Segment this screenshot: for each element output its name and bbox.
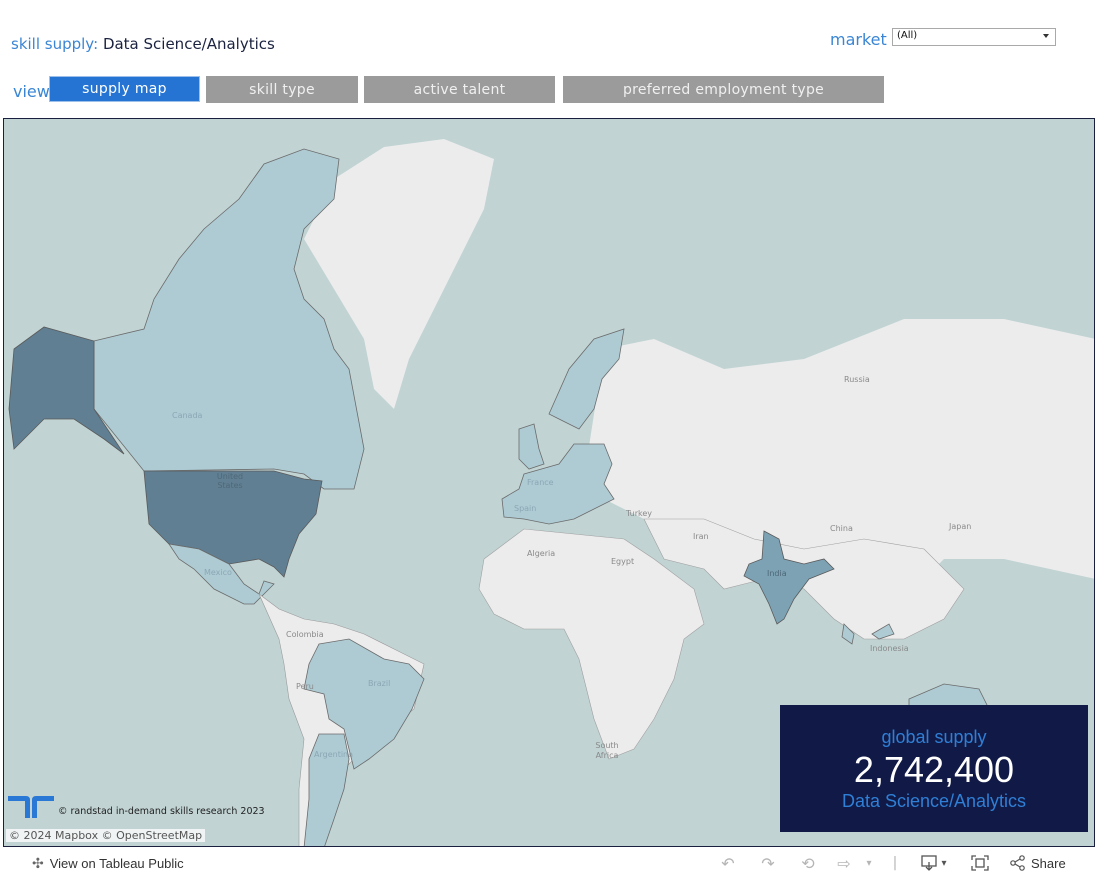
title-skill-name: Data Science/Analytics bbox=[102, 35, 275, 53]
tab-supply-map[interactable]: supply map bbox=[49, 76, 200, 102]
tab-preferred-employment-type[interactable]: preferred employment type bbox=[563, 76, 884, 103]
map-label-turkey: Turkey bbox=[626, 509, 653, 518]
refresh-dropdown-icon[interactable]: ▾ bbox=[862, 853, 876, 873]
africa-land bbox=[478, 528, 705, 760]
map-label-india: India bbox=[767, 569, 787, 578]
map-label-argentina: Argentina bbox=[314, 750, 354, 759]
download-icon[interactable]: ▾ bbox=[918, 853, 950, 873]
map-label-united-states: United States bbox=[216, 472, 244, 490]
market-filter-dropdown[interactable]: (All) bbox=[892, 28, 1056, 46]
kpi-value: 2,742,400 bbox=[853, 749, 1015, 790]
map-label-indonesia: Indonesia bbox=[870, 644, 909, 653]
map-label-algeria: Algeria bbox=[527, 549, 556, 558]
map-label-spain: Spain bbox=[514, 504, 537, 513]
kpi-title: global supply bbox=[881, 727, 987, 747]
map-attribution[interactable]: © 2024 Mapbox © OpenStreetMap bbox=[6, 829, 206, 842]
share-button[interactable]: Share bbox=[1010, 853, 1066, 873]
map-label-iran: Iran bbox=[693, 532, 709, 541]
dropdown-arrow-icon bbox=[1043, 34, 1049, 38]
map-label-egypt: Egypt bbox=[611, 557, 635, 566]
map-label-japan: Japan bbox=[949, 522, 972, 531]
randstad-copyright: © randstad in-demand skills research 202… bbox=[58, 806, 265, 817]
global-supply-kpi-card: global supply 2,742,400 Data Science/Ana… bbox=[780, 705, 1088, 832]
map-label-brazil: Brazil bbox=[368, 679, 391, 688]
map-label-canada: Canada bbox=[172, 411, 203, 420]
refresh-icon[interactable]: ⇨ bbox=[834, 853, 854, 873]
share-icon bbox=[1010, 855, 1025, 871]
toolbar-divider: | bbox=[892, 855, 898, 871]
redo-icon[interactable]: ↷ bbox=[758, 853, 778, 873]
map-label-china: China bbox=[830, 524, 853, 533]
map-label-mexico: Mexico bbox=[204, 568, 232, 577]
fullscreen-icon[interactable] bbox=[970, 853, 990, 873]
revert-icon[interactable]: ⟲ bbox=[798, 853, 818, 873]
view-label: view bbox=[13, 82, 50, 101]
tab-skill-type[interactable]: skill type bbox=[206, 76, 358, 103]
market-selected-value: (All) bbox=[897, 30, 918, 41]
title-label: skill supply: bbox=[11, 35, 99, 53]
map-label-south-africa: South Africa bbox=[595, 741, 619, 760]
united-kingdom-shape[interactable] bbox=[518, 423, 545, 470]
map-label-france: France bbox=[527, 478, 554, 487]
map-label-peru: Peru bbox=[296, 682, 314, 691]
page-title: skill supply: Data Science/Analytics bbox=[11, 35, 275, 53]
kpi-subtitle: Data Science/Analytics bbox=[841, 791, 1027, 811]
undo-icon[interactable]: ↶ bbox=[718, 853, 738, 873]
randstad-logo-icon bbox=[8, 796, 54, 822]
tab-active-talent[interactable]: active talent bbox=[364, 76, 555, 103]
view-on-tableau-public-link[interactable]: ✣ View on Tableau Public bbox=[32, 855, 184, 872]
map-label-russia: Russia bbox=[844, 375, 870, 384]
tableau-logo-icon: ✣ bbox=[32, 855, 44, 871]
canada-shape[interactable] bbox=[93, 148, 365, 490]
market-filter-label: market bbox=[830, 30, 887, 49]
view-on-tableau-public-label: View on Tableau Public bbox=[49, 856, 184, 871]
share-label: Share bbox=[1031, 855, 1066, 871]
map-label-colombia: Colombia bbox=[286, 630, 324, 639]
